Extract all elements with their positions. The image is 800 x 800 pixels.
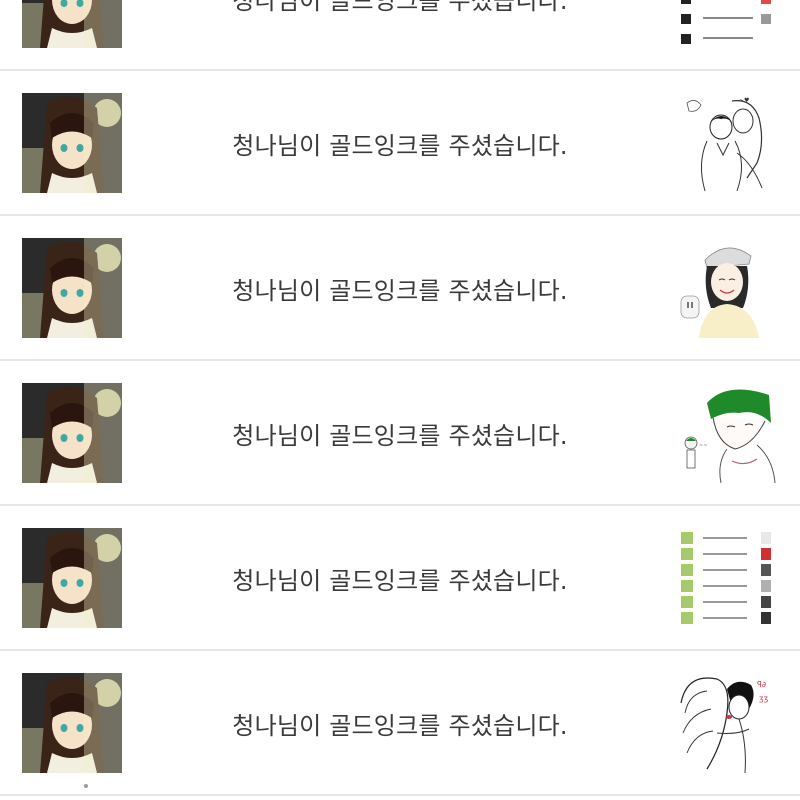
notification-row[interactable]: 청나님이 골드잉크를 주셨습니다. bbox=[0, 506, 800, 651]
svg-text:~~: ~~ bbox=[699, 443, 707, 449]
notification-message: 청나님이 골드잉크를 주셨습니다. bbox=[232, 0, 568, 15]
user-avatar[interactable] bbox=[22, 0, 122, 48]
notification-row[interactable]: 청나님이 골드잉크를 주셨습니다. bbox=[0, 216, 800, 361]
user-avatar[interactable] bbox=[22, 528, 122, 628]
notification-message: 청나님이 골드잉크를 주셨습니다. bbox=[232, 132, 568, 160]
notification-row[interactable]: 청나님이 골드잉크를 주셨습니다. bbox=[0, 0, 800, 71]
user-avatar[interactable] bbox=[22, 238, 122, 338]
notification-message: 청나님이 골드잉크를 주셨습니다. bbox=[232, 567, 568, 595]
embracing-couple-sketch-thumbnail[interactable]: ꟼ∂ ʒʒ bbox=[677, 673, 777, 773]
notification-message: 청나님이 골드잉크를 주셨습니다. bbox=[232, 712, 568, 740]
green-hair-boy-thumbnail[interactable]: ~~ bbox=[677, 383, 777, 483]
couple-sketch-thumbnail[interactable]: ~♥ bbox=[677, 93, 777, 193]
smiling-girl-beanie-thumbnail[interactable] bbox=[677, 238, 777, 338]
notification-list-thumbnail[interactable] bbox=[677, 528, 777, 628]
user-avatar[interactable] bbox=[22, 93, 122, 193]
svg-text:~♥: ~♥ bbox=[739, 97, 749, 104]
svg-text:ꟼ∂: ꟼ∂ bbox=[757, 680, 766, 689]
notification-row[interactable]: 청나님이 골드잉크를 주셨습니다. ~~ bbox=[0, 361, 800, 506]
notification-message: 청나님이 골드잉크를 주셨습니다. bbox=[232, 422, 568, 450]
notification-list-thumbnail[interactable] bbox=[677, 0, 777, 48]
notification-message: 청나님이 골드잉크를 주셨습니다. bbox=[232, 277, 568, 305]
notification-list: 청나님이 골드잉크를 주셨습니다. 청나님이 골드잉크를 주셨습니다. ~♥ 청… bbox=[0, 0, 800, 796]
user-avatar[interactable] bbox=[22, 673, 122, 773]
notification-row[interactable]: 청나님이 골드잉크를 주셨습니다. ~♥ bbox=[0, 71, 800, 216]
scroll-indicator-dot bbox=[84, 784, 88, 788]
svg-text:ʒʒ: ʒʒ bbox=[759, 694, 769, 703]
notification-row[interactable]: 청나님이 골드잉크를 주셨습니다. ꟼ∂ ʒʒ bbox=[0, 651, 800, 796]
user-avatar[interactable] bbox=[22, 383, 122, 483]
